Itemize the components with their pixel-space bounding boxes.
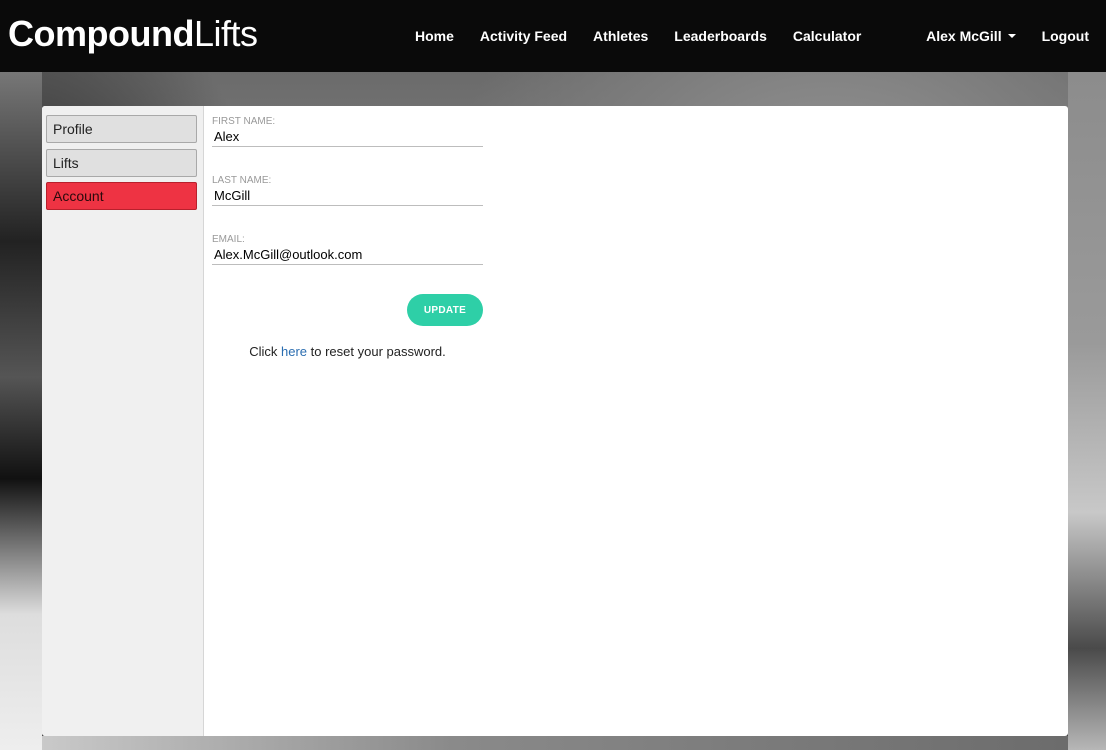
first-name-field-group: FIRST NAME: xyxy=(212,116,483,147)
top-navbar: CompoundLifts Home Activity Feed Athlete… xyxy=(0,0,1106,72)
nav-calculator[interactable]: Calculator xyxy=(780,28,874,44)
nav-activity-feed[interactable]: Activity Feed xyxy=(467,28,580,44)
last-name-field-group: LAST NAME: xyxy=(212,175,483,206)
sidebar-item-lifts[interactable]: Lifts xyxy=(46,149,197,177)
background-photo-bottom-edge xyxy=(42,736,1068,750)
reset-suffix: to reset your password. xyxy=(307,344,446,359)
nav-athletes[interactable]: Athletes xyxy=(580,28,661,44)
nav-home[interactable]: Home xyxy=(402,28,467,44)
reset-prefix: Click xyxy=(249,344,281,359)
background-photo-left-edge xyxy=(0,72,42,750)
logout-link[interactable]: Logout xyxy=(1029,28,1102,44)
sidebar-item-account[interactable]: Account xyxy=(46,182,197,210)
reset-password-link[interactable]: here xyxy=(281,344,307,359)
first-name-input[interactable] xyxy=(212,127,483,147)
update-button[interactable]: UPDATE xyxy=(407,294,483,326)
brand-name-light: Lifts xyxy=(193,13,258,54)
nav-leaderboards[interactable]: Leaderboards xyxy=(661,28,780,44)
sidebar-item-profile[interactable]: Profile xyxy=(46,115,197,143)
email-input[interactable] xyxy=(212,245,483,265)
main-nav: Home Activity Feed Athletes Leaderboards… xyxy=(402,0,874,72)
user-name: Alex McGill xyxy=(926,28,1002,44)
user-menu-dropdown[interactable]: Alex McGill xyxy=(913,28,1028,44)
background-photo-right-edge xyxy=(1068,72,1106,750)
first-name-label: FIRST NAME: xyxy=(212,116,276,127)
email-field-group: EMAIL: xyxy=(212,234,483,265)
settings-sidebar: Profile Lifts Account xyxy=(42,106,204,736)
brand-logo[interactable]: CompoundLifts xyxy=(8,12,258,56)
caret-down-icon xyxy=(1007,34,1016,38)
last-name-label: LAST NAME: xyxy=(212,175,272,186)
user-nav: Alex McGill Logout xyxy=(913,0,1102,72)
settings-panel: Profile Lifts Account FIRST NAME: LAST N… xyxy=(42,106,1068,736)
brand-name-bold: Compound xyxy=(8,13,194,54)
email-label: EMAIL: xyxy=(212,234,245,245)
last-name-input[interactable] xyxy=(212,186,483,206)
reset-password-text: Click here to reset your password. xyxy=(212,344,483,359)
